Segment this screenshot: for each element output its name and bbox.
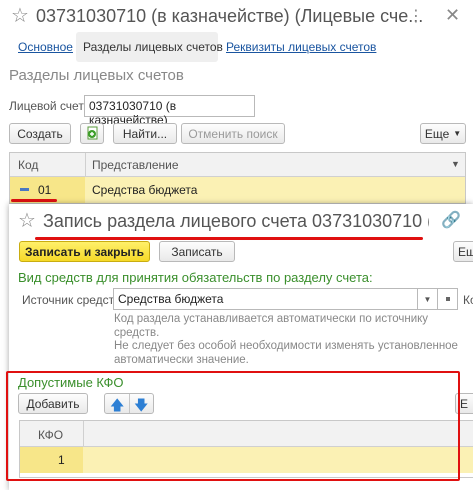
column-header-name[interactable]: Представление <box>92 158 179 172</box>
source-open-button[interactable] <box>438 288 458 310</box>
source-label: Источник средств: <box>22 293 124 307</box>
hint-text: Код раздела устанавливается автоматическ… <box>114 313 458 367</box>
save-close-button[interactable]: Записать и закрыть <box>19 241 150 262</box>
chevron-down-icon: ▼ <box>453 129 462 138</box>
source-value: Средства бюджета <box>118 292 224 306</box>
tab-basic[interactable]: Основное <box>18 40 73 54</box>
account-label: Лицевой счет: <box>9 99 88 113</box>
dropdown-arrow-icon: ▼ <box>423 294 432 304</box>
annotation-title-underline <box>35 237 423 240</box>
close-icon[interactable]: ✕ <box>445 5 460 26</box>
open-icon <box>445 297 450 301</box>
hint-line: Код раздела устанавливается автоматическ… <box>114 313 429 325</box>
cancel-search-button[interactable]: Отменить поиск <box>181 123 285 144</box>
hint-line: Не следует без особой необходимости изме… <box>114 340 458 352</box>
more-actions-icon[interactable]: ⋮ <box>408 6 424 26</box>
more-button-label: Еще <box>424 126 450 141</box>
item-marker-icon <box>20 188 29 191</box>
source-right-label: Ко <box>463 293 473 307</box>
hint-line: автоматически значение. <box>114 353 249 366</box>
link-icon[interactable]: 🔗 <box>441 210 461 230</box>
section-title: Разделы лицевых счетов <box>9 67 184 84</box>
sections-table: Код Представление ▼ 01 Средства бюджета <box>9 152 466 204</box>
dialog-title: Запись раздела лицевого счета 0373103071… <box>43 211 429 231</box>
tab-account-sections-label: Разделы лицевых счетов <box>83 40 223 54</box>
more-button[interactable]: Еще ▼ <box>420 123 466 144</box>
annotation-box <box>6 371 460 481</box>
source-field[interactable]: Средства бюджета <box>113 288 418 310</box>
table-row[interactable]: 01 Средства бюджета <box>10 177 465 203</box>
save-button[interactable]: Записать <box>159 241 235 262</box>
source-dropdown-button[interactable]: ▼ <box>418 288 438 310</box>
row-name: Средства бюджета <box>92 183 198 197</box>
window-title: 03731030710 (в казначействе) (Лицевые сч… <box>36 6 424 26</box>
dialog-favorite-star-icon[interactable]: ☆ <box>18 208 36 233</box>
copy-button[interactable] <box>80 123 104 144</box>
dropdown-icon[interactable]: ▼ <box>451 159 460 169</box>
funds-header: Вид средств для принятия обязательств по… <box>18 270 373 285</box>
create-button[interactable]: Создать <box>9 123 71 144</box>
dialog-more-button[interactable]: Ещ <box>453 241 473 262</box>
tab-account-details[interactable]: Реквизиты лицевых счетов <box>226 40 376 54</box>
column-divider <box>85 153 86 177</box>
row-code: 01 <box>38 183 52 197</box>
hint-line: средств. <box>114 326 160 339</box>
copy-plus-icon <box>87 126 98 140</box>
find-button[interactable]: Найти... <box>113 123 177 144</box>
table-header: Код Представление ▼ <box>10 153 465 177</box>
annotation-underline <box>11 199 57 202</box>
account-field[interactable]: 03731030710 (в казначействе) <box>84 95 255 127</box>
favorite-star-icon[interactable]: ☆ <box>11 3 29 28</box>
column-header-code[interactable]: Код <box>18 158 38 172</box>
